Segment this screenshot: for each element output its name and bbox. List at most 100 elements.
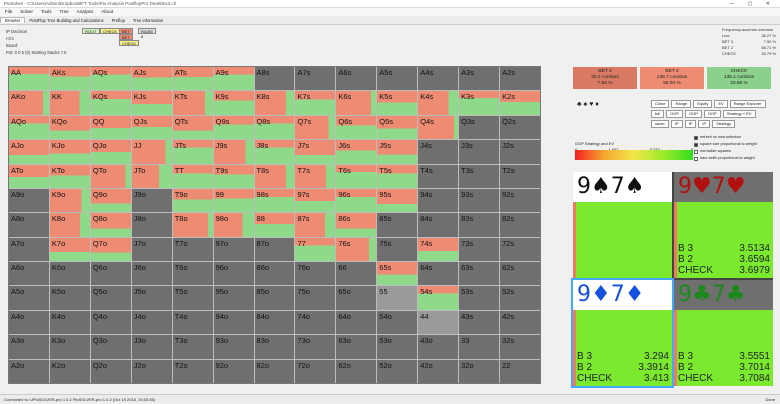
option-checkbox[interactable]: square size proportional to weight <box>694 141 776 148</box>
root-button[interactable]: ROOT <box>82 28 100 34</box>
checkbox-icon[interactable] <box>694 156 698 161</box>
hand-cell-64s[interactable]: 64s <box>418 262 459 286</box>
hand-cell-84s[interactable]: 84s <box>418 213 459 237</box>
hand-cell-T3o[interactable]: T3o <box>172 335 213 359</box>
hand-cell-A4o[interactable]: A4o <box>9 310 49 335</box>
hand-cell-KTo[interactable]: KTo <box>49 164 90 188</box>
hand-cell-Q6s[interactable]: Q6s <box>336 115 377 140</box>
hand-cell-84o[interactable]: 84o <box>254 310 295 335</box>
hand-cell-K5o[interactable]: K5o <box>49 286 90 310</box>
tab-2[interactable]: Preflop <box>108 18 129 23</box>
suit-icons[interactable]: ♣ ♠ ♥ ♦ <box>577 101 599 108</box>
menu-solver[interactable]: Solver <box>20 9 33 14</box>
hand-cell-99[interactable]: 99 <box>213 188 254 213</box>
hand-cell-AA[interactable]: AA <box>9 67 49 91</box>
control-equity-button[interactable]: Equity <box>693 100 713 108</box>
control-range-button[interactable]: Range <box>671 100 692 108</box>
hand-cell-J6o[interactable]: J6o <box>131 262 172 286</box>
hand-cell-Q7o[interactable]: Q7o <box>90 237 131 262</box>
hand-cell-44[interactable]: 44 <box>418 310 459 335</box>
hand-cell-QJo[interactable]: QJo <box>90 140 131 164</box>
hand-cell-42s[interactable]: 42s <box>500 310 540 335</box>
hand-cell-54s[interactable]: 54s <box>418 286 459 310</box>
hand-cell-A3o[interactable]: A3o <box>9 335 49 359</box>
hand-cell-92o[interactable]: 92o <box>213 359 254 383</box>
suit-filter[interactable]: ♣ ♠ ♥ ♦ <box>577 101 599 108</box>
hand-cell-T8s[interactable]: T8s <box>254 164 295 188</box>
hand-cell-A8s[interactable]: A8s <box>254 67 295 91</box>
combo-card[interactable]: 9♥7♥ B 3 3.5134 B 2 3.6594 CHECK 3.6979 <box>674 172 773 278</box>
hand-cell-96s[interactable]: 96s <box>336 188 377 213</box>
hand-cell-76s[interactable]: 76s <box>336 237 377 262</box>
hand-cell-83o[interactable]: 83o <box>254 335 295 359</box>
hand-cell-77[interactable]: 77 <box>295 237 336 262</box>
hand-cell-T7o[interactable]: T7o <box>172 237 213 262</box>
hand-cell-AQo[interactable]: AQo <box>9 115 49 140</box>
hand-cell-K8s[interactable]: K8s <box>254 91 295 115</box>
option-checkbox[interactable]: bars width proportional to weight <box>694 155 776 162</box>
hand-cell-J2o[interactable]: J2o <box>131 359 172 383</box>
hand-cell-Q3s[interactable]: Q3s <box>459 115 500 140</box>
hand-cell-K3s[interactable]: K3s <box>459 91 500 115</box>
hand-cell-76o[interactable]: 76o <box>295 262 336 286</box>
hand-cell-82s[interactable]: 82s <box>500 213 540 237</box>
hand-cell-85s[interactable]: 85s <box>377 213 418 237</box>
stat-bet-2[interactable]: BET 2 235.7 combos 58.94 % <box>640 67 704 89</box>
hand-cell-JTo[interactable]: JTo <box>131 164 172 188</box>
hand-cell-J4o[interactable]: J4o <box>131 310 172 335</box>
hand-cell-QJs[interactable]: QJs <box>131 115 172 140</box>
hand-cell-J6s[interactable]: J6s <box>336 140 377 164</box>
hand-cell-J8o[interactable]: J8o <box>131 213 172 237</box>
hand-cell-52o[interactable]: 52o <box>377 359 418 383</box>
hand-cell-A3s[interactable]: A3s <box>459 67 500 91</box>
stat-check[interactable]: CHECK 136.1 combos 33.86 % <box>707 67 771 89</box>
hand-cell-63s[interactable]: 63s <box>459 262 500 286</box>
hand-cell-K7o[interactable]: K7o <box>49 237 90 262</box>
control-saver-button[interactable]: saver <box>651 120 669 128</box>
hand-cell-T2o[interactable]: T2o <box>172 359 213 383</box>
hand-cell-JTs[interactable]: JTs <box>172 140 213 164</box>
hand-cell-Q6o[interactable]: Q6o <box>90 262 131 286</box>
hand-cell-T9s[interactable]: T9s <box>213 164 254 188</box>
hand-cell-QQ[interactable]: QQ <box>90 115 131 140</box>
hand-cell-ATs[interactable]: ATs <box>172 67 213 91</box>
tab-0[interactable]: Browser <box>0 17 26 23</box>
option-checkbox[interactable]: refresh on new selection <box>694 134 776 141</box>
window-controls[interactable]: — ▢ ✕ <box>729 0 776 8</box>
hand-cell-KQs[interactable]: KQs <box>90 91 131 115</box>
hand-cell-K8o[interactable]: K8o <box>49 213 90 237</box>
hand-cell-K6o[interactable]: K6o <box>49 262 90 286</box>
control-oop-button[interactable]: OOP <box>685 110 702 118</box>
hand-cell-73s[interactable]: 73s <box>459 237 500 262</box>
hand-cell-A7o[interactable]: A7o <box>9 237 49 262</box>
hand-cell-63o[interactable]: 63o <box>336 335 377 359</box>
hand-cell-QTo[interactable]: QTo <box>90 164 131 188</box>
hand-cell-A9o[interactable]: A9o <box>9 188 49 213</box>
hand-cell-95o[interactable]: 95o <box>213 286 254 310</box>
control-strategy-button[interactable]: Strategy <box>712 120 736 128</box>
hand-cell-J5s[interactable]: J5s <box>377 140 418 164</box>
hand-cell-AJo[interactable]: AJo <box>9 140 49 164</box>
hand-cell-Q8s[interactable]: Q8s <box>254 115 295 140</box>
hand-cell-22[interactable]: 22 <box>500 359 540 383</box>
hand-cell-J7o[interactable]: J7o <box>131 237 172 262</box>
hand-cell-A8o[interactable]: A8o <box>9 213 49 237</box>
hand-cell-86o[interactable]: 86o <box>254 262 295 286</box>
hand-cell-65o[interactable]: 65o <box>336 286 377 310</box>
hand-cell-Q4s[interactable]: Q4s <box>418 115 459 140</box>
menu-about[interactable]: About <box>101 9 113 14</box>
hand-cell-A5o[interactable]: A5o <box>9 286 49 310</box>
hand-cell-53o[interactable]: 53o <box>377 335 418 359</box>
control-clone-button[interactable]: Clone <box>651 100 670 108</box>
hand-cell-52s[interactable]: 52s <box>500 286 540 310</box>
hand-cell-97o[interactable]: 97o <box>213 237 254 262</box>
hand-cell-K7s[interactable]: K7s <box>295 91 336 115</box>
hand-cell-T5s[interactable]: T5s <box>377 164 418 188</box>
hand-cell-AJs[interactable]: AJs <box>131 67 172 91</box>
hand-cell-AKs[interactable]: AKs <box>49 67 90 91</box>
hand-cell-K2s[interactable]: K2s <box>500 91 540 115</box>
hand-cell-94s[interactable]: 94s <box>418 188 459 213</box>
hand-cell-T8o[interactable]: T8o <box>172 213 213 237</box>
hand-cell-J9o[interactable]: J9o <box>131 188 172 213</box>
hand-cell-J8s[interactable]: J8s <box>254 140 295 164</box>
